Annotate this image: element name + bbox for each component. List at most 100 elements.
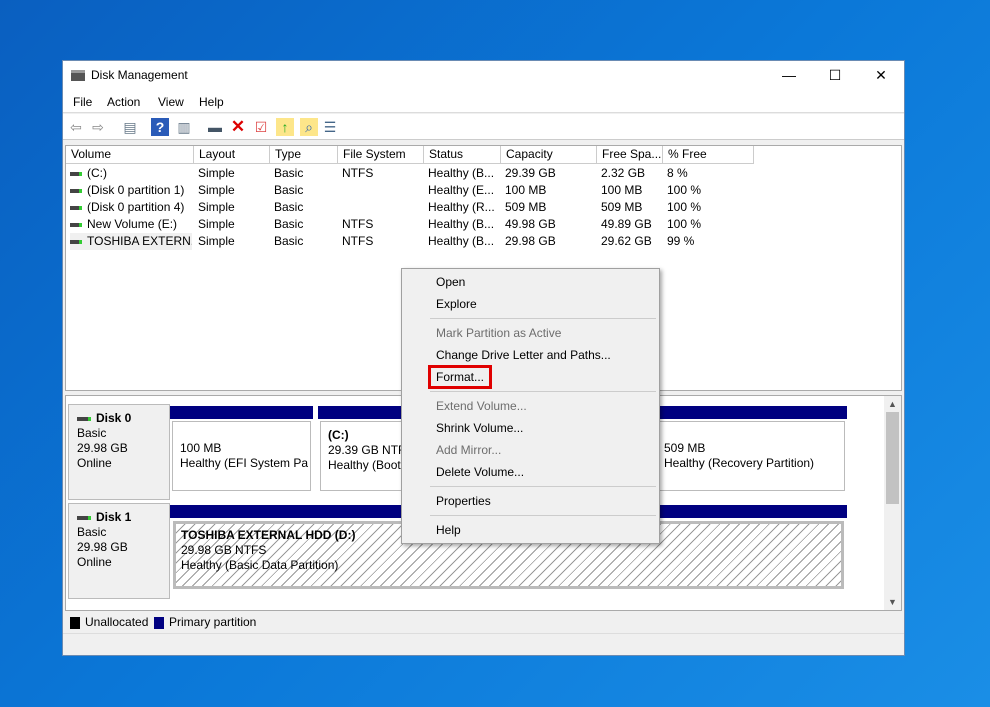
table-cell: NTFS xyxy=(342,166,374,180)
table-cell: 100 MB xyxy=(505,183,547,197)
table-cell: Simple xyxy=(198,200,235,214)
menu-item-add-mirror[interactable]: Add Mirror... xyxy=(436,440,501,460)
table-cell: 100 % xyxy=(667,200,702,214)
disk-icon xyxy=(77,515,91,520)
menu-help[interactable]: Help xyxy=(199,95,224,109)
menu-item-delete-volume[interactable]: Delete Volume... xyxy=(436,462,524,482)
folder-up-icon[interactable]: ↑ xyxy=(276,118,294,136)
minimize-button[interactable]: — xyxy=(766,61,812,91)
table-cell: Healthy (B... xyxy=(428,166,495,180)
table-cell: Basic xyxy=(274,217,304,231)
menu-item-change-drive-letter-and-paths[interactable]: Change Drive Letter and Paths... xyxy=(436,345,611,365)
table-row[interactable]: (C:) Simple Basic NTFS Healthy (B... 29.39 GB… xyxy=(66,165,901,182)
disk-label-1[interactable]: Disk 1 Basic 29.98 GB Online xyxy=(68,503,170,599)
delete-icon[interactable]: ✕ xyxy=(229,118,247,136)
table-row[interactable]: New Volume (E:) Simple Basic NTFS Healthy (B… xyxy=(66,216,901,233)
table-cell xyxy=(342,199,422,216)
drive-icon xyxy=(70,239,82,244)
column-header[interactable]: % Free xyxy=(663,146,754,164)
table-cell: (C:) xyxy=(70,165,192,182)
table-row[interactable]: (Disk 0 partition 1) Simple Basic Healthy (… xyxy=(66,182,901,199)
console-tree-icon[interactable]: ▤ xyxy=(121,118,139,136)
table-cell: 29.39 GB xyxy=(505,166,556,180)
menu-item-extend-volume[interactable]: Extend Volume... xyxy=(436,396,527,416)
back-icon[interactable]: ⇦ xyxy=(67,118,85,136)
table-cell: Healthy (E... xyxy=(428,183,495,197)
table-cell: 29.62 GB xyxy=(601,234,652,248)
legend-unallocated: Unallocated xyxy=(70,615,148,629)
context-menu: Open Explore Mark Partition as Active Chang… xyxy=(401,268,660,544)
table-cell: 29.98 GB xyxy=(505,234,556,248)
connect-drive-icon[interactable]: ▬ xyxy=(206,118,224,136)
table-cell xyxy=(342,182,422,199)
table-cell: 509 MB xyxy=(601,200,643,214)
action-pane-icon[interactable]: ▥ xyxy=(175,118,193,136)
vertical-scrollbar[interactable]: ▲ ▼ xyxy=(884,396,901,610)
check-icon[interactable]: ☑ xyxy=(252,118,270,136)
properties-list-icon[interactable]: ☰ xyxy=(321,118,339,136)
table-row[interactable]: (Disk 0 partition 4) Simple Basic Healthy (… xyxy=(66,199,901,216)
disk-icon xyxy=(77,416,91,421)
table-cell: Healthy (B... xyxy=(428,234,495,248)
drive-icon xyxy=(70,188,82,193)
menu-item-help[interactable]: Help xyxy=(436,520,461,540)
close-button[interactable]: ✕ xyxy=(858,61,904,91)
status-bar xyxy=(63,633,904,655)
table-cell: 8 % xyxy=(667,166,688,180)
menu-item-mark-partition-as-active[interactable]: Mark Partition as Active xyxy=(436,323,561,343)
table-cell: Basic xyxy=(274,183,304,197)
table-row[interactable]: TOSHIBA EXTERN... Simple Basic NTFS Healthy … xyxy=(66,233,901,250)
table-cell: NTFS xyxy=(342,234,374,248)
table-cell: 100 MB xyxy=(601,183,643,197)
primary-partition-bar xyxy=(170,406,313,419)
table-cell: (Disk 0 partition 1) xyxy=(70,182,192,199)
column-header[interactable]: Type xyxy=(270,146,338,164)
column-header[interactable]: File System xyxy=(338,146,424,164)
window-title: Disk Management xyxy=(91,68,188,82)
table-cell: Simple xyxy=(198,234,235,248)
menu-view[interactable]: View xyxy=(158,95,184,109)
table-cell: 49.89 GB xyxy=(601,217,652,231)
menu-item-explore[interactable]: Explore xyxy=(436,294,477,314)
folder-search-icon[interactable]: ⌕ xyxy=(300,118,318,136)
menu-separator xyxy=(430,318,656,319)
table-cell: Healthy (R... xyxy=(428,200,495,214)
table-cell: Simple xyxy=(198,183,235,197)
menu-action[interactable]: Action xyxy=(107,95,140,109)
drive-icon xyxy=(70,205,82,210)
legend: Unallocated Primary partition xyxy=(65,613,902,631)
menu-file[interactable]: File xyxy=(73,95,92,109)
drive-icon xyxy=(70,222,82,227)
table-cell: Basic xyxy=(274,166,304,180)
partition-block[interactable]: 100 MBHealthy (EFI System Partition) xyxy=(170,406,313,492)
table-cell: 49.98 GB xyxy=(505,217,556,231)
disk-management-icon xyxy=(71,70,85,81)
column-header[interactable]: Volume xyxy=(66,146,194,164)
menu-separator xyxy=(430,486,656,487)
table-cell: 2.32 GB xyxy=(601,166,646,180)
primary-partition-bar xyxy=(654,406,847,419)
table-cell: Basic xyxy=(274,200,304,214)
table-cell: New Volume (E:) xyxy=(70,216,192,233)
menu-item-open[interactable]: Open xyxy=(436,272,465,292)
column-header[interactable]: Capacity xyxy=(501,146,597,164)
table-cell: 99 % xyxy=(667,234,695,248)
partition-block[interactable]: 509 MB Healthy (Recovery Partition) xyxy=(654,406,847,492)
table-cell: Basic xyxy=(274,234,304,248)
column-header[interactable]: Layout xyxy=(194,146,270,164)
column-header[interactable]: Free Spa... xyxy=(597,146,663,164)
table-cell: Simple xyxy=(198,166,235,180)
column-header[interactable]: Status xyxy=(424,146,501,164)
menu-item-shrink-volume[interactable]: Shrink Volume... xyxy=(436,418,523,438)
disk-label-0[interactable]: Disk 0 Basic 29.98 GB Online xyxy=(68,404,170,500)
menu-separator xyxy=(430,391,656,392)
table-cell: 509 MB xyxy=(505,200,547,214)
drive-icon xyxy=(70,171,82,176)
table-cell: Simple xyxy=(198,217,235,231)
help-icon[interactable]: ? xyxy=(151,118,169,136)
forward-icon[interactable]: ⇨ xyxy=(89,118,107,136)
maximize-button[interactable]: ☐ xyxy=(812,61,858,91)
format-highlight-box xyxy=(428,365,492,389)
legend-primary: Primary partition xyxy=(154,615,256,629)
menu-item-properties[interactable]: Properties xyxy=(436,491,491,511)
